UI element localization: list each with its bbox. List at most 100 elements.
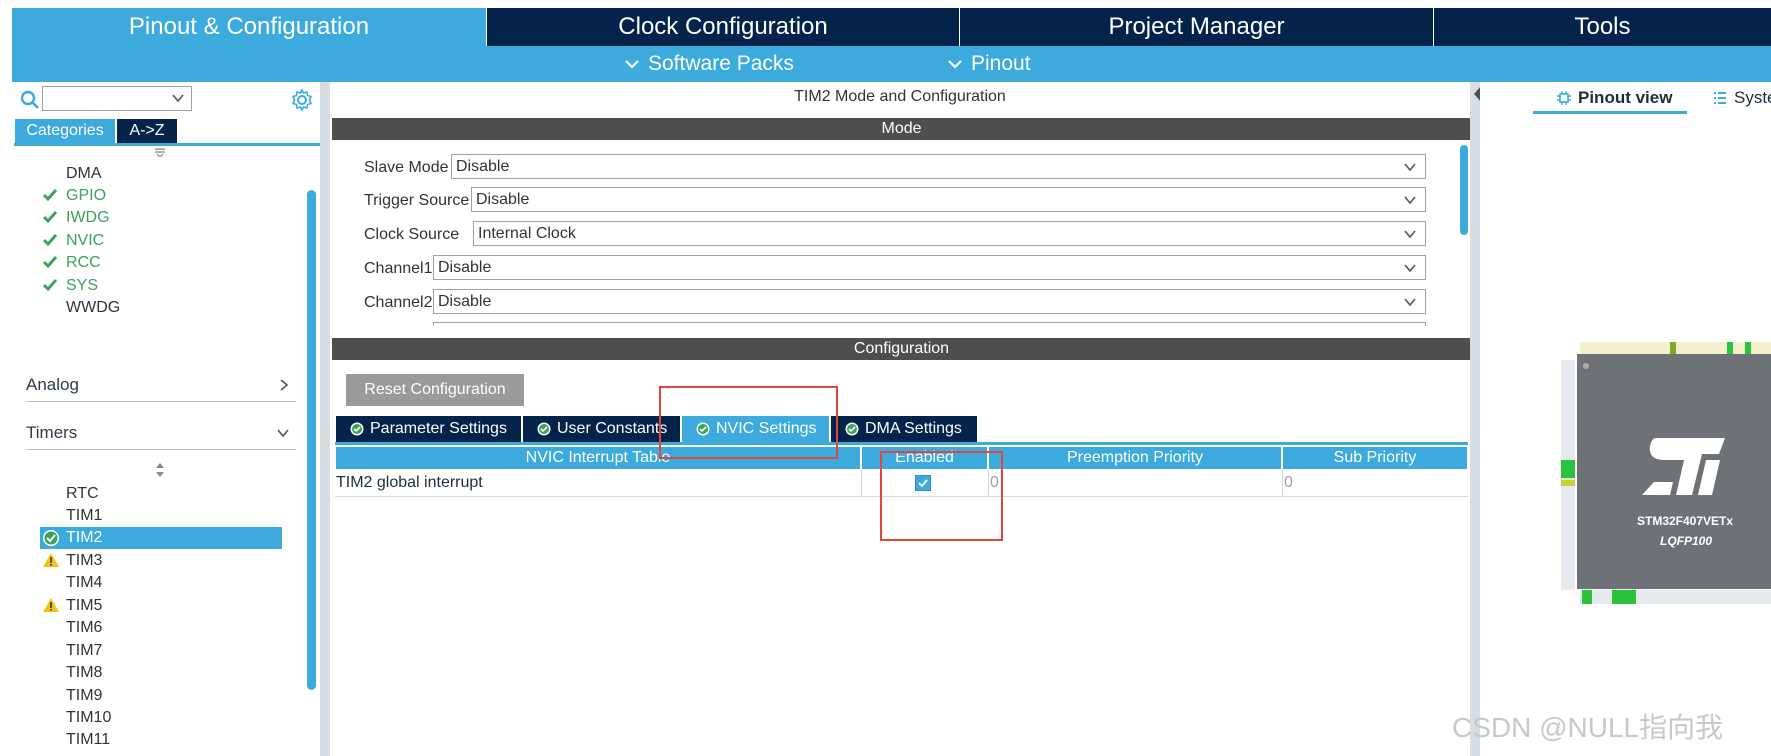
check-circle-icon — [537, 422, 551, 436]
pinout-label: Pinout — [971, 52, 1031, 75]
channel1-value: Disable — [438, 258, 492, 276]
tree-item-gpio[interactable]: GPIO — [66, 187, 106, 205]
tab-parameter-settings[interactable]: Parameter Settings — [336, 416, 521, 442]
highlight-box-enabled-column — [880, 451, 1003, 541]
check-circle-icon — [845, 422, 859, 436]
sub-navigation-bar: Software Packs Pinout — [12, 46, 1771, 82]
section-timers-label: Timers — [26, 422, 78, 442]
tree-item-nvic[interactable]: NVIC — [66, 232, 104, 250]
column-header-sub-priority[interactable]: Sub Priority — [1283, 447, 1467, 469]
chevron-down-icon[interactable] — [171, 91, 185, 105]
channel2-label: Channel2 — [364, 294, 433, 311]
clock-source-select[interactable]: Internal Clock — [473, 221, 1426, 246]
tab-dma-settings[interactable]: DMA Settings — [831, 416, 977, 442]
channel1-select[interactable]: Disable — [433, 255, 1426, 280]
interrupt-name-cell: TIM2 global interrupt — [336, 474, 483, 491]
tree-item-wwdg[interactable]: WWDG — [66, 299, 120, 317]
search-input[interactable] — [42, 86, 192, 111]
tab-a-z[interactable]: A->Z — [117, 119, 177, 143]
channel2-select[interactable]: Disable — [433, 289, 1426, 314]
chevron-down-icon — [625, 60, 639, 69]
left-scrollbar[interactable] — [307, 190, 316, 690]
tab-pinout-view[interactable]: Pinout view — [1556, 88, 1672, 108]
tab-parameter-settings-label: Parameter Settings — [370, 420, 507, 437]
tree-item-tim8[interactable]: TIM8 — [66, 664, 102, 682]
chip-package-label: LQFP100 — [1660, 534, 1713, 548]
tab-user-constants-label: User Constants — [557, 420, 668, 437]
slave-mode-value: Disable — [456, 157, 510, 175]
partial-select-channel3[interactable] — [433, 322, 1426, 326]
tab-clock-configuration[interactable]: Clock Configuration — [487, 8, 959, 46]
tree-item-tim7[interactable]: TIM7 — [66, 642, 102, 660]
section-analog[interactable]: Analog — [26, 368, 296, 402]
tab-categories[interactable]: Categories — [15, 119, 115, 143]
page-title: TIM2 Mode and Configuration — [794, 88, 1006, 105]
sub-priority-cell[interactable]: 0 — [1284, 470, 1293, 496]
list-icon — [1714, 92, 1726, 104]
tab-system-view[interactable]: Syste — [1712, 88, 1771, 108]
tree-item-tim5[interactable]: TIM5 — [66, 597, 102, 615]
tab-tools[interactable]: Tools — [1434, 8, 1771, 46]
slave-mode-select[interactable]: Disable — [451, 154, 1426, 179]
sort-arrows-icon[interactable] — [154, 462, 166, 478]
tab-pinout-view-label: Pinout view — [1578, 88, 1673, 107]
tree-item-tim11[interactable]: TIM11 — [66, 731, 110, 749]
trigger-source-select[interactable]: Disable — [471, 187, 1426, 212]
mode-scrollbar[interactable] — [1460, 145, 1468, 235]
channel1-label: Channel1 — [364, 260, 433, 277]
column-separator — [861, 470, 862, 496]
tree-item-rtc[interactable]: RTC — [66, 485, 99, 503]
tab-user-constants[interactable]: User Constants — [523, 416, 680, 442]
chevron-down-icon — [1404, 230, 1416, 239]
pinout-menu[interactable]: Pinout — [947, 46, 1031, 82]
configuration-header: Configuration — [332, 338, 1471, 360]
tree-item-tim4[interactable]: TIM4 — [66, 574, 102, 592]
chevron-down-icon — [277, 428, 289, 437]
chevron-down-icon — [1404, 264, 1416, 273]
bottom-pins — [1580, 590, 1771, 604]
check-icon — [42, 211, 58, 224]
right-splitter[interactable] — [1470, 82, 1480, 756]
tab-pinout-configuration[interactable]: Pinout & Configuration — [12, 8, 486, 46]
config-tab-underline — [335, 442, 1468, 445]
check-icon — [42, 189, 58, 202]
chevron-down-icon — [1404, 298, 1416, 307]
check-circle-icon — [350, 422, 364, 436]
warning-icon — [43, 598, 59, 612]
tree-item-tim6[interactable]: TIM6 — [66, 619, 102, 637]
search-icon[interactable] — [20, 90, 40, 110]
tree-item-rcc[interactable]: RCC — [66, 254, 101, 272]
chip-icon — [1557, 91, 1571, 105]
chip-name-label: STM32F407VETx — [1637, 514, 1734, 528]
sort-handle-icon[interactable] — [154, 147, 166, 157]
tree-item-tim1[interactable]: TIM1 — [66, 507, 102, 525]
left-splitter[interactable] — [320, 82, 330, 756]
left-pins — [1561, 360, 1575, 590]
reset-configuration-button[interactable]: Reset Configuration — [346, 374, 524, 406]
top-pins — [1580, 342, 1771, 354]
tab-project-manager[interactable]: Project Manager — [960, 8, 1433, 46]
tab-system-view-label: Syste — [1734, 88, 1771, 107]
mcu-chip-diagram[interactable] — [1520, 310, 1771, 620]
tree-item-tim9[interactable]: TIM9 — [66, 687, 102, 705]
column-separator — [1282, 470, 1283, 496]
tree-item-dma[interactable]: DMA — [66, 165, 102, 183]
tree-item-tim10[interactable]: TIM10 — [66, 709, 111, 727]
gear-icon[interactable] — [290, 88, 314, 112]
tree-item-iwdg[interactable]: IWDG — [66, 209, 110, 227]
check-circle-icon — [43, 530, 59, 546]
column-header-preemption-priority[interactable]: Preemption Priority — [989, 447, 1281, 469]
tab-dma-settings-label: DMA Settings — [865, 420, 962, 437]
software-packs-menu[interactable]: Software Packs — [624, 46, 794, 82]
chevron-down-icon — [948, 60, 962, 69]
tree-item-tim3[interactable]: TIM3 — [66, 552, 102, 570]
clock-source-label: Clock Source — [364, 226, 460, 243]
software-packs-label: Software Packs — [648, 52, 794, 75]
check-icon — [42, 234, 58, 247]
watermark: CSDN @NULL指向我 — [1452, 712, 1724, 743]
section-analog-label: Analog — [26, 374, 79, 394]
tree-item-tim2[interactable]: TIM2 — [66, 529, 102, 547]
section-timers[interactable]: Timers — [26, 416, 296, 450]
warning-icon — [43, 553, 59, 567]
tree-item-sys[interactable]: SYS — [66, 277, 98, 295]
